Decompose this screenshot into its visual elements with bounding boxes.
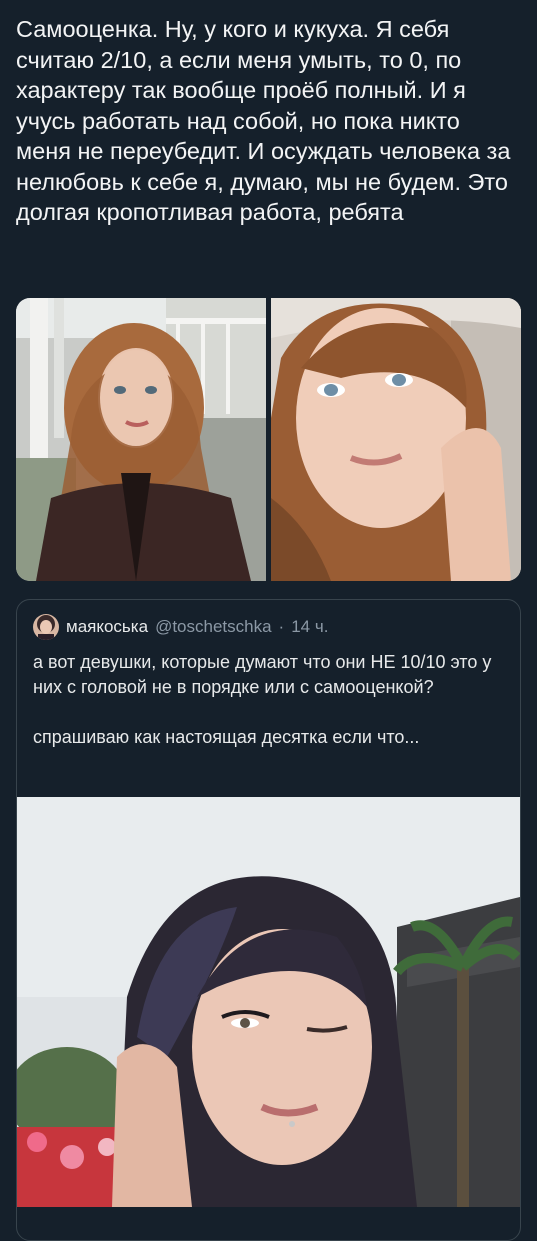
winking-selfie-photo-image [17, 797, 520, 1207]
quote-author-handle[interactable]: @toschetschka [155, 617, 271, 637]
quoted-post[interactable]: маякоська @toschetschka · 14 ч. а вот де… [16, 599, 521, 1241]
quote-text: а вот девушки, которые думают что они НЕ… [33, 652, 492, 747]
post-text: Самооценка. Ну, у кого и кукуха. Я себя … [16, 16, 511, 225]
selfie-photo-image [16, 298, 266, 581]
avatar[interactable] [33, 614, 59, 640]
quote-header: маякоська @toschetschka · 14 ч. [33, 614, 328, 640]
quote-photo[interactable] [17, 797, 520, 1207]
portrait-photo-image [271, 298, 521, 581]
photo-right[interactable] [271, 298, 521, 581]
photo-left[interactable] [16, 298, 266, 581]
quote-author-name[interactable]: маякоська [66, 617, 148, 637]
avatar-image [33, 614, 59, 640]
separator-dot: · [278, 617, 285, 636]
media-grid[interactable] [16, 298, 521, 581]
quote-timestamp[interactable]: 14 ч. [291, 617, 328, 637]
